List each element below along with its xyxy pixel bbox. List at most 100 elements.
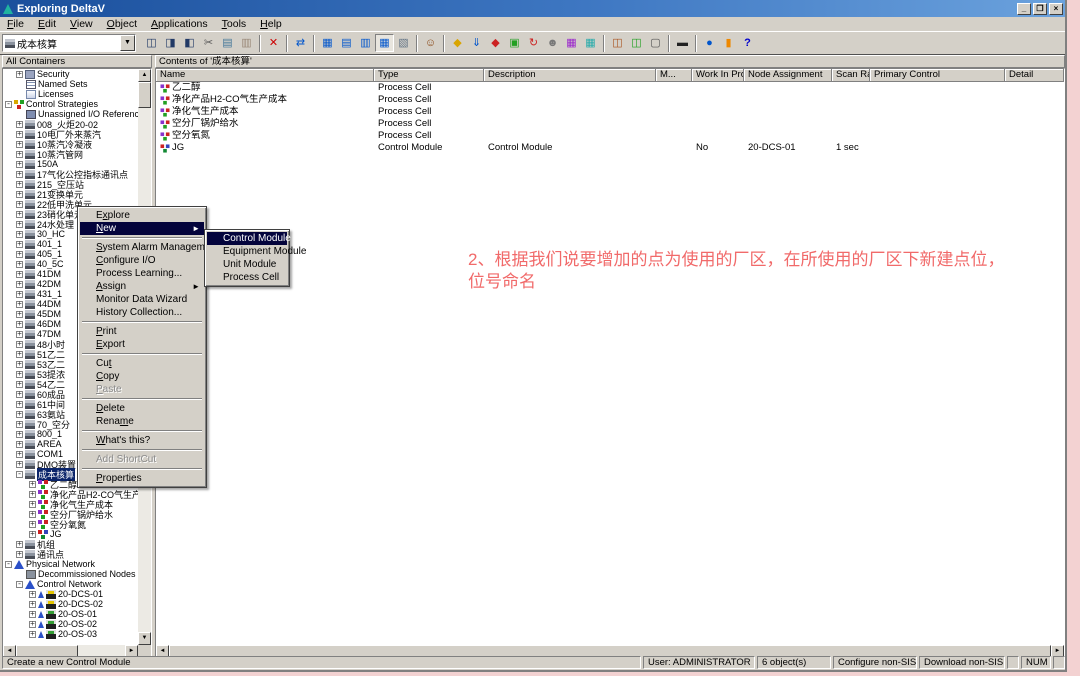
expand-plus-icon[interactable]: + [16, 341, 23, 348]
expand-plus-icon[interactable]: + [16, 271, 23, 278]
menu-item-history-collection-[interactable]: History Collection... [80, 306, 204, 319]
expand-plus-icon[interactable]: + [16, 381, 23, 388]
menubar-item-edit[interactable]: Edit [31, 18, 63, 30]
expand-plus-icon[interactable]: + [16, 201, 23, 208]
paste-icon[interactable]: ▥ [237, 34, 256, 52]
expand-plus-icon[interactable]: + [16, 191, 23, 198]
history-chart-icon[interactable]: ◫ [608, 34, 627, 52]
minimize-button[interactable]: _ [1017, 3, 1031, 15]
scroll-down-icon[interactable]: ▼ [138, 632, 151, 645]
collapse-minus-icon[interactable]: - [5, 101, 12, 108]
large-icons-view-icon[interactable]: ▦ [318, 34, 337, 52]
expand-plus-icon[interactable]: + [16, 451, 23, 458]
collapse-minus-icon[interactable]: - [16, 581, 23, 588]
menubar-item-view[interactable]: View [63, 18, 100, 30]
operator-icon[interactable]: ☻ [543, 34, 562, 52]
tree-item[interactable]: +20-OS-02 [3, 619, 138, 629]
expand-plus-icon[interactable]: + [16, 221, 23, 228]
table-row[interactable]: 净化产品H2-CO气生产成本Process Cell [156, 94, 1064, 106]
tree-item[interactable]: +20-OS-03 [3, 629, 138, 639]
menu-item-what-s-this-[interactable]: What's this? [80, 434, 204, 447]
menu-item-export[interactable]: Export [80, 338, 204, 351]
tree-item[interactable]: +空分氧氮 [3, 519, 138, 529]
expand-plus-icon[interactable]: + [16, 251, 23, 258]
restore-button[interactable]: ❐ [1033, 3, 1047, 15]
menu-item-equipment-module[interactable]: Equipment Module [207, 245, 287, 258]
expand-plus-icon[interactable]: + [16, 411, 23, 418]
expand-plus-icon[interactable]: + [16, 421, 23, 428]
expand-plus-icon[interactable]: + [16, 301, 23, 308]
update-icon[interactable]: ↻ [524, 34, 543, 52]
table-row[interactable]: 净化气生产成本Process Cell [156, 106, 1064, 118]
copy-icon[interactable]: ▤ [218, 34, 237, 52]
expand-plus-icon[interactable]: + [29, 531, 36, 538]
list-view-icon[interactable]: ▥ [356, 34, 375, 52]
refresh-icon[interactable]: ⇄ [291, 34, 310, 52]
close-button[interactable]: × [1049, 3, 1063, 15]
details-view-icon[interactable]: ▦ [375, 34, 394, 52]
expand-plus-icon[interactable]: + [16, 331, 23, 338]
expand-plus-icon[interactable]: + [29, 491, 36, 498]
menu-item-unit-module[interactable]: Unit Module [207, 258, 287, 271]
expand-plus-icon[interactable]: + [16, 121, 23, 128]
menubar-item-tools[interactable]: Tools [215, 18, 254, 30]
column-header-name[interactable]: Name [156, 69, 374, 82]
expand-plus-icon[interactable]: + [29, 621, 36, 628]
menu-item-rename[interactable]: Rename [80, 415, 204, 428]
expand-plus-icon[interactable]: + [16, 291, 23, 298]
expand-plus-icon[interactable]: + [29, 591, 36, 598]
explore-icon[interactable]: ◫ [142, 34, 161, 52]
menu-item-monitor-data-wizard[interactable]: Monitor Data Wizard [80, 293, 204, 306]
expand-plus-icon[interactable]: + [16, 161, 23, 168]
menubar-item-applications[interactable]: Applications [144, 18, 215, 30]
user-manager-icon[interactable]: ☺ [421, 34, 440, 52]
expand-plus-icon[interactable]: + [16, 431, 23, 438]
context-selector-combobox[interactable]: 成本核算 ▼ [2, 34, 136, 52]
tree-item[interactable]: +10蒸汽管网 [3, 149, 138, 159]
expand-plus-icon[interactable]: + [16, 541, 23, 548]
column-header-m[interactable]: M... [656, 69, 692, 82]
diagnostics-monitor-icon[interactable]: ▢ [646, 34, 665, 52]
assign-flag-icon[interactable]: ◆ [486, 34, 505, 52]
tree-item[interactable]: Named Sets [3, 79, 138, 89]
expand-plus-icon[interactable]: + [16, 371, 23, 378]
cut-icon[interactable]: ✂ [199, 34, 218, 52]
download-icon[interactable]: ⇓ [467, 34, 486, 52]
expand-plus-icon[interactable]: + [29, 501, 36, 508]
tree-item[interactable]: +20-DCS-01 [3, 589, 138, 599]
expand-plus-icon[interactable]: + [29, 511, 36, 518]
column-header-nodeassignment[interactable]: Node Assignment [744, 69, 832, 82]
find-icon[interactable]: ◨ [161, 34, 180, 52]
menubar-item-object[interactable]: Object [100, 18, 144, 30]
module-table-icon[interactable]: ▦ [562, 34, 581, 52]
tree-item[interactable]: +通讯点 [3, 549, 138, 559]
menu-item-delete[interactable]: Delete [80, 402, 204, 415]
expand-plus-icon[interactable]: + [16, 231, 23, 238]
alarm-bell-icon[interactable]: ◆ [448, 34, 467, 52]
expand-plus-icon[interactable]: + [16, 241, 23, 248]
column-header-type[interactable]: Type [374, 69, 484, 82]
books-online-icon[interactable]: ▮ [719, 34, 738, 52]
expand-plus-icon[interactable]: + [16, 401, 23, 408]
tree-item[interactable]: Licenses [3, 89, 138, 99]
expand-plus-icon[interactable]: + [16, 441, 23, 448]
expand-plus-icon[interactable]: + [16, 141, 23, 148]
column-header-scanrate[interactable]: Scan Rate [832, 69, 870, 82]
tree-item[interactable]: +20-OS-01 [3, 609, 138, 619]
menubar-item-file[interactable]: File [0, 18, 31, 30]
expand-plus-icon[interactable]: + [16, 551, 23, 558]
expand-plus-icon[interactable]: + [29, 521, 36, 528]
tree-item[interactable]: +20-DCS-02 [3, 599, 138, 609]
expand-plus-icon[interactable]: + [16, 181, 23, 188]
tree-item[interactable]: +机组 [3, 539, 138, 549]
collapse-minus-icon[interactable]: - [5, 561, 12, 568]
column-header-description[interactable]: Description [484, 69, 656, 82]
tree-item[interactable]: -Control Network [3, 579, 138, 589]
menu-item-print[interactable]: Print [80, 325, 204, 338]
expand-plus-icon[interactable]: + [16, 261, 23, 268]
table-row[interactable]: 乙二醇Process Cell [156, 82, 1064, 94]
context-help-icon[interactable]: ? [738, 34, 757, 52]
expand-plus-icon[interactable]: + [16, 171, 23, 178]
expand-plus-icon[interactable]: + [16, 281, 23, 288]
expand-plus-icon[interactable]: + [16, 211, 23, 218]
